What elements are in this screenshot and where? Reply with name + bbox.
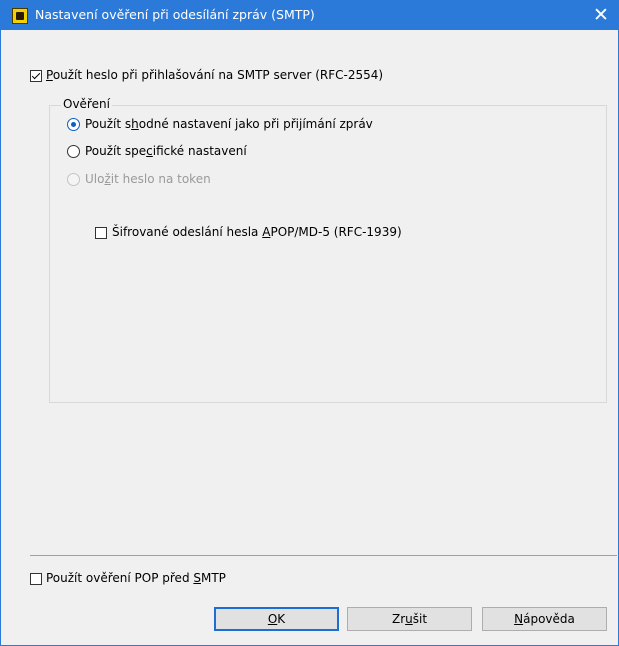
apop-checkbox[interactable] <box>95 227 107 239</box>
title-bar[interactable]: Nastavení ověření při odesílání zpráv (S… <box>1 1 618 30</box>
dialog-window: Nastavení ověření při odesílání zpráv (S… <box>0 0 619 646</box>
use-password-label: Použít heslo při přihlašování na SMTP se… <box>46 68 384 82</box>
separator-line <box>30 555 617 556</box>
radio-save-token <box>67 173 80 186</box>
window-title: Nastavení ověření při odesílání zpráv (S… <box>35 7 315 22</box>
help-button[interactable]: Nápověda <box>482 607 607 631</box>
auth-option-specific-label: Použít specifické nastavení <box>85 144 247 158</box>
ok-button[interactable]: OK <box>214 607 339 631</box>
pop-before-smtp-label: Použít ověření POP před SMTP <box>46 571 226 585</box>
auth-option-same-label: Použít shodné nastavení jako při přijímá… <box>85 117 373 131</box>
app-icon <box>12 8 28 24</box>
radio-same-settings[interactable] <box>67 118 80 131</box>
auth-group-legend: Ověření <box>61 97 112 111</box>
radio-specific-settings[interactable] <box>67 145 80 158</box>
close-icon[interactable]: ✕ <box>584 1 618 30</box>
auth-option-token-label: Uložit heslo na token <box>85 172 211 186</box>
use-password-checkbox[interactable] <box>30 70 42 82</box>
cancel-button[interactable]: Zrušit <box>347 607 472 631</box>
pop-before-smtp-checkbox[interactable] <box>30 573 42 585</box>
apop-label: Šifrované odeslání hesla APOP/MD-5 (RFC-… <box>112 225 402 239</box>
